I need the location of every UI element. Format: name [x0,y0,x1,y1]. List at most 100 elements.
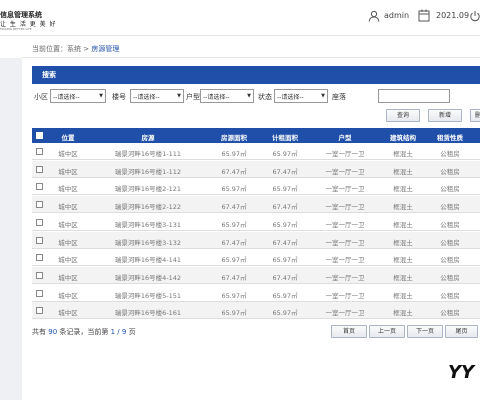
table-cell: 瑞景河畔16号楼5-151 [114,291,182,300]
table-cell: 城中区 [58,273,78,282]
row-checkbox[interactable] [36,271,43,279]
row-checkbox[interactable] [36,165,43,173]
row-checkbox[interactable] [36,183,43,191]
table-cell: 城中区 [58,238,78,247]
table-cell: 城中区 [58,185,78,194]
filter-label-zuoluo: 座落 [332,93,346,101]
table-cell: 公租房 [440,167,460,176]
first-page-button[interactable]: 首页 [331,325,367,338]
table-header: 位置 房源 房源面积 计租面积 户型 建筑结构 租赁性质 [32,128,480,143]
pager-page: 1 / 9 [110,328,127,336]
table-cell: 67.47㎡ [272,238,298,247]
watermark-mark: YY [448,362,476,383]
table-row[interactable]: 城中区 瑞景河畔16号楼4-142 67.47㎡ 67.47㎡ 一室一厅一卫 框混土 公租房 [32,266,480,284]
breadcrumb-divider [22,57,480,58]
table-cell: 瑞景河畔16号楼2-122 [114,203,182,212]
table-cell: 67.47㎡ [221,273,247,282]
table-cell: 公租房 [440,238,460,247]
query-button[interactable]: 查询 [386,109,420,122]
pager-info: 共有 90 条记录，当前第 1 / 9 页 [32,327,136,337]
breadcrumb-parent[interactable]: 系统 [67,45,81,53]
last-page-button[interactable]: 尾页 [445,325,478,338]
table-cell: 瑞景河畔16号楼3-132 [114,238,182,247]
select-huxing-value: --请选择-- [203,94,230,101]
row-checkbox[interactable] [36,201,43,209]
pager-text-a: 共有 [32,328,46,336]
next-page-button[interactable]: 下一页 [407,325,443,338]
select-zhuangtai-value: --请选择-- [277,94,304,101]
table-cell: 65.97㎡ [272,185,298,194]
row-checkbox[interactable] [36,307,43,315]
column-header[interactable]: 计租面积 [260,132,310,142]
table-cell: 65.97㎡ [272,150,298,158]
table-cell: 公租房 [440,185,460,194]
table-row[interactable]: 城中区 瑞景河畔16号楼2-121 65.97㎡ 65.97㎡ 一室一厅一卫 框混土 公租房 [32,178,480,196]
row-checkbox[interactable] [36,236,43,244]
table-cell: 67.47㎡ [272,167,298,176]
select-zhuangtai[interactable]: --请选择-- ▼ [274,89,328,103]
table-cell: 公租房 [440,256,460,265]
table-cell: 一室一厅一卫 [325,220,365,229]
table-cell: 65.97㎡ [221,220,247,229]
column-header[interactable]: 位置 [48,132,88,142]
row-checkbox[interactable] [36,254,43,262]
table-cell: 一室一厅一卫 [325,291,365,300]
table-cell: 城中区 [58,167,78,176]
username-label[interactable]: admin [384,11,409,20]
user-icon[interactable] [368,10,380,22]
table-row[interactable]: 城中区 瑞景河畔16号楼2-122 67.47㎡ 67.47㎡ 一室一厅一卫 框混土 公租房 [32,196,480,214]
table-cell: 框混土 [393,220,413,229]
column-header[interactable]: 建筑结构 [380,132,426,142]
column-header[interactable]: 户型 [310,132,380,142]
filter-label-zhuangtai: 状态 [258,93,272,101]
delete-button[interactable]: 删 [470,109,480,122]
pager-total: 90 [48,328,58,336]
table-cell: 框混土 [393,273,413,282]
column-header[interactable]: 房源面积 [208,132,260,142]
row-checkbox[interactable] [36,148,43,155]
power-icon[interactable] [469,10,480,22]
table-cell: 瑞景河畔16号楼4-141 [114,256,182,265]
table-cell: 一室一厅一卫 [325,309,365,318]
select-all-checkbox[interactable] [36,132,43,139]
breadcrumb-prefix: 当前位置： [32,45,67,53]
column-header[interactable]: 房源 [88,132,208,142]
row-checkbox[interactable] [36,289,43,297]
input-zuoluo[interactable] [378,89,450,103]
select-xiaoqu[interactable]: --请选择-- ▼ [50,89,106,103]
column-header[interactable]: 租赁性质 [426,132,474,142]
chevron-down-icon: ▼ [99,93,103,99]
table-cell: 城中区 [58,309,78,318]
table-cell: 瑞景河畔16号楼1-111 [114,150,182,158]
search-filters: 小区 --请选择-- ▼ 楼号 --请选择-- ▼ 户型 --请选择-- ▼ 状… [32,88,480,104]
table-cell: 一室一厅一卫 [325,167,365,176]
add-button[interactable]: 新增 [428,109,462,122]
chevron-down-icon: ▼ [177,93,181,99]
watermark-text: YY [448,362,476,383]
select-louhao[interactable]: --请选择-- ▼ [130,89,184,103]
table-cell: 一室一厅一卫 [325,150,365,158]
select-huxing[interactable]: --请选择-- ▼ [200,89,254,103]
table-cell: 框混土 [393,150,413,158]
table-row[interactable]: 城中区 瑞景河畔16号楼6-161 65.97㎡ 65.97㎡ 一室一厅一卫 框混土 公租房 [32,302,480,320]
pager-text-b: 条记录，当前第 [59,328,109,336]
row-checkbox[interactable] [36,218,43,226]
chevron-down-icon: ▼ [247,93,251,99]
table-row[interactable]: 城中区 瑞景河畔16号楼5-151 65.97㎡ 65.97㎡ 一室一厅一卫 框混土 公租房 [32,285,480,302]
search-panel-header: 搜索 [32,66,480,84]
table-row[interactable]: 城中区 瑞景河畔16号楼3-132 67.47㎡ 67.47㎡ 一室一厅一卫 框混土 公租房 [32,231,480,249]
table-row[interactable]: 城中区 瑞景河畔16号楼3-131 65.97㎡ 65.97㎡ 一室一厅一卫 框混土 公租房 [32,214,480,231]
table-cell: 公租房 [440,203,460,212]
table-cell: 公租房 [440,309,460,318]
table-cell: 框混土 [393,238,413,247]
table-cell: 公租房 [440,150,460,158]
table-cell: 67.47㎡ [272,273,298,282]
table-cell: 城中区 [58,220,78,229]
prev-page-button[interactable]: 上一页 [369,325,405,338]
table-cell: 城中区 [58,256,78,265]
table-row[interactable]: 城中区 瑞景河畔16号楼1-112 67.47㎡ 67.47㎡ 一室一厅一卫 框混土 公租房 [32,160,480,178]
calendar-icon [418,9,430,22]
table-row[interactable]: 城中区 瑞景河畔16号楼1-111 65.97㎡ 65.97㎡ 一室一厅一卫 框混土 公租房 [32,143,480,160]
table-cell: 一室一厅一卫 [325,256,365,265]
table-row[interactable]: 城中区 瑞景河畔16号楼4-141 65.97㎡ 65.97㎡ 一室一厅一卫 框混土 公租房 [32,249,480,267]
